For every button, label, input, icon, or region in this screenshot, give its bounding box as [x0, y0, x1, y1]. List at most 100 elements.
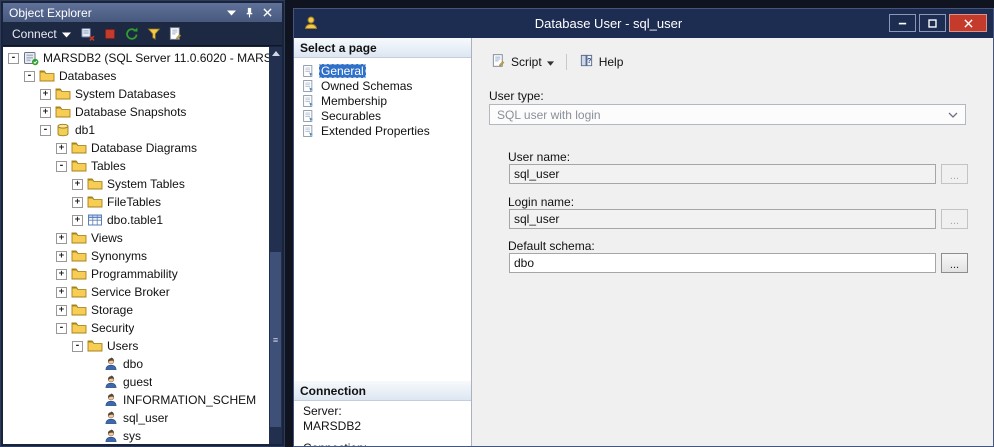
object-explorer-toolbar: Connect [3, 22, 282, 46]
tree-item[interactable]: +Storage [3, 301, 269, 319]
page-item[interactable]: Owned Schemas [299, 78, 471, 93]
user-type-select[interactable]: SQL user with login [489, 104, 966, 125]
scrollbar-up-icon[interactable] [269, 47, 282, 60]
expand-icon[interactable]: + [56, 143, 67, 154]
help-icon: ? [579, 53, 594, 71]
tree-item[interactable]: INFORMATION_SCHEM [3, 391, 269, 409]
collapse-icon[interactable]: - [24, 71, 35, 82]
page-item-label: General [319, 64, 366, 78]
expand-icon[interactable]: + [56, 269, 67, 280]
connect-button[interactable]: Connect [8, 25, 75, 43]
close-icon[interactable] [259, 5, 276, 20]
tree-item[interactable]: +Database Snapshots [3, 103, 269, 121]
folder-icon [71, 158, 87, 174]
page-item-label: Owned Schemas [319, 79, 414, 93]
tree-item[interactable]: -db1 [3, 121, 269, 139]
tree-item[interactable]: -Databases [3, 67, 269, 85]
tree-item-label: System Databases [75, 87, 176, 101]
tree-item[interactable]: +FileTables [3, 193, 269, 211]
tree-scrollbar[interactable]: ≡ [269, 47, 282, 444]
expand-icon[interactable]: + [56, 251, 67, 262]
folder-icon [55, 104, 71, 120]
tree-item[interactable]: + Database Diagrams [3, 139, 269, 157]
tree-item-label: sys [123, 429, 141, 443]
user-icon [103, 410, 119, 426]
connect-button-label: Connect [12, 27, 57, 41]
tree-item[interactable]: guest [3, 373, 269, 391]
minimize-button[interactable] [889, 14, 916, 32]
user-icon [103, 428, 119, 444]
tree-item[interactable]: + Programmability [3, 265, 269, 283]
refresh-icon[interactable] [122, 24, 142, 44]
page-item[interactable]: Extended Properties [299, 123, 471, 138]
object-explorer-tree: -MARSDB2 (SQL Server 11.0.6020 - MARSD-D… [3, 47, 269, 444]
folder-icon [71, 320, 87, 336]
collapse-icon[interactable]: - [8, 53, 19, 64]
page-icon [301, 64, 315, 78]
expand-icon[interactable]: + [72, 179, 83, 190]
page-item-label: Securables [319, 109, 383, 123]
help-button[interactable]: ? Help [572, 50, 631, 74]
expand-icon[interactable]: + [40, 107, 51, 118]
auto-hide-pin-icon[interactable] [241, 5, 258, 20]
tree-item-label: System Tables [107, 177, 185, 191]
tree-item[interactable]: -Users [3, 337, 269, 355]
filter-icon[interactable] [144, 24, 164, 44]
collapse-icon[interactable]: - [40, 125, 51, 136]
tree-item[interactable]: +Views [3, 229, 269, 247]
select-a-page-header: Select a page [294, 38, 471, 58]
expand-icon[interactable]: + [56, 233, 67, 244]
tree-item[interactable]: -Tables [3, 157, 269, 175]
window-position-icon[interactable] [223, 5, 240, 20]
tree-item[interactable]: sql_user [3, 409, 269, 427]
stop-icon[interactable] [100, 24, 120, 44]
expand-icon[interactable]: + [72, 215, 83, 226]
tree-item-label: Database Diagrams [91, 141, 197, 155]
dialog-icon [303, 15, 319, 31]
object-explorer-toolbar-icons [78, 24, 186, 44]
page-item[interactable]: General [299, 63, 471, 78]
default-schema-browse-button[interactable]: ... [941, 253, 968, 273]
collapse-icon[interactable]: - [72, 341, 83, 352]
maximize-button[interactable] [919, 14, 946, 32]
script-icon[interactable] [166, 24, 186, 44]
connection-label: Connection: [303, 441, 467, 446]
dialog-main: Script ? Help User type: SQL user with l… [472, 38, 993, 446]
folder-icon [71, 230, 87, 246]
tree-item[interactable]: + System Databases [3, 85, 269, 103]
collapse-icon[interactable]: - [56, 323, 67, 334]
connection-header: Connection [294, 381, 471, 401]
dialog-title: Database User - sql_user [354, 9, 863, 38]
database-user-dialog: Database User - sql_user Select a page G… [293, 8, 994, 447]
expand-icon[interactable]: + [40, 89, 51, 100]
tree-item[interactable]: dbo [3, 355, 269, 373]
tree-item[interactable]: +Synonyms [3, 247, 269, 265]
tree-item[interactable]: +dbo.table1 [3, 211, 269, 229]
disconnect-icon[interactable] [78, 24, 98, 44]
folder-icon [87, 194, 103, 210]
scrollbar-thumb[interactable]: ≡ [270, 252, 281, 427]
tree-item[interactable]: sys [3, 427, 269, 444]
tree-item[interactable]: -Security [3, 319, 269, 337]
chevron-down-icon [948, 112, 958, 118]
collapse-icon[interactable]: - [56, 161, 67, 172]
close-button[interactable] [949, 14, 987, 32]
expand-icon[interactable]: + [56, 287, 67, 298]
page-icon [301, 79, 315, 93]
tree-item[interactable]: -MARSDB2 (SQL Server 11.0.6020 - MARSD [3, 49, 269, 67]
script-dropdown-icon [547, 55, 554, 69]
folder-icon [87, 338, 103, 354]
dialog-toolbar: Script ? Help [484, 51, 630, 73]
page-item[interactable]: Securables [299, 108, 471, 123]
page-item-label: Extended Properties [319, 124, 432, 138]
script-button[interactable]: Script [484, 50, 561, 74]
expand-icon[interactable]: + [56, 305, 67, 316]
tree-item[interactable]: +Service Broker [3, 283, 269, 301]
tree-item[interactable]: + System Tables [3, 175, 269, 193]
page-item[interactable]: Membership [299, 93, 471, 108]
user-icon [103, 374, 119, 390]
default-schema-input[interactable] [509, 253, 936, 273]
tree-item-label: Programmability [91, 267, 178, 281]
server-value: MARSDB2 [303, 419, 467, 434]
expand-icon[interactable]: + [72, 197, 83, 208]
